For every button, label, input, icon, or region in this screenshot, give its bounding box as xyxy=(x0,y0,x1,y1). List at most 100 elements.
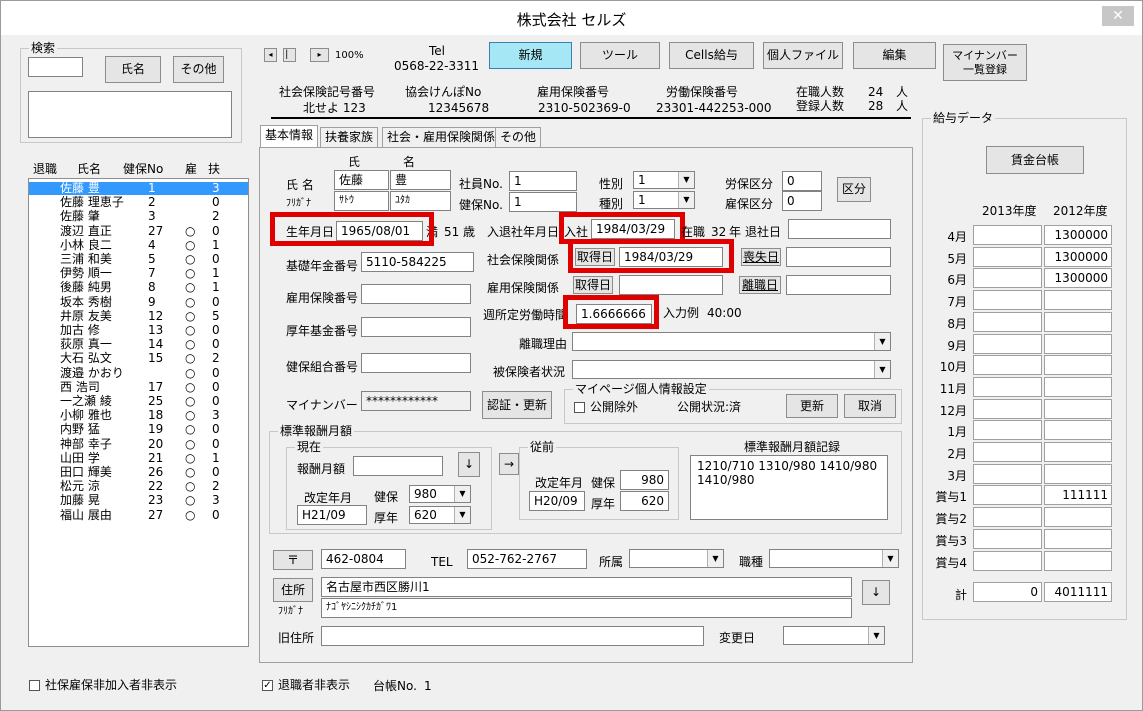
zip-input[interactable]: 462-0804 xyxy=(321,549,406,569)
before-kaitei-input[interactable]: H20/09 xyxy=(529,491,585,511)
list-item[interactable]: 一之瀬 綾 25 ○ 0 xyxy=(29,395,248,408)
ledger-button[interactable]: 賃金台帳 xyxy=(986,146,1084,174)
pay-cell[interactable] xyxy=(1044,420,1112,441)
list-item[interactable]: 西 浩司 17 ○ 0 xyxy=(29,380,248,394)
personal-file-button[interactable]: 個人ファイル xyxy=(763,42,843,69)
search-input[interactable] xyxy=(28,57,83,77)
record-box[interactable]: 1210/710 1310/980 1410/980 1410/980 xyxy=(690,455,888,520)
rouho-input[interactable]: 0 xyxy=(782,171,822,191)
pay-cell[interactable] xyxy=(1044,311,1112,332)
pay-cell[interactable] xyxy=(973,398,1042,419)
sei-kana-input[interactable]: ｻﾄｳ xyxy=(334,191,389,211)
employee-list[interactable]: 佐藤 豊 1 3 佐藤 理恵子 2 0 佐藤 肇 3 2 渡辺 直正 27 ○ 0 小林 良二 4 ○ 1 三浦 … xyxy=(28,178,249,647)
kiso-input[interactable]: 5110-584225 xyxy=(361,252,474,272)
sei-input[interactable]: 佐藤 xyxy=(334,170,389,190)
list-item[interactable]: 渡邉 かおり ○ 0 xyxy=(29,366,248,380)
list-item[interactable]: 佐藤 肇 3 2 xyxy=(29,210,248,223)
kosei-grade-select[interactable]: 620 ▼ xyxy=(409,506,471,524)
kenpo-no-input[interactable]: 1 xyxy=(509,192,577,212)
rishoku-input[interactable] xyxy=(786,275,891,295)
list-item[interactable]: 荻原 真一 14 ○ 0 xyxy=(29,338,248,351)
chevron-down-icon[interactable]: ▼ xyxy=(707,550,723,567)
pay-cell[interactable] xyxy=(973,420,1042,441)
koshin-button[interactable]: 更新 xyxy=(786,394,838,418)
soshitsu-button[interactable]: 喪失日 xyxy=(741,248,781,266)
down-arrow-button[interactable]: ↓ xyxy=(458,452,480,477)
pay-cell[interactable] xyxy=(973,225,1042,245)
pay-cell[interactable] xyxy=(1044,550,1112,571)
list-item[interactable]: 内野 猛 19 ○ 0 xyxy=(29,423,248,436)
pay-cell[interactable] xyxy=(973,246,1042,267)
tab-insurance[interactable]: 社会・雇用保険関係 xyxy=(382,127,501,147)
list-item[interactable]: 坂本 秀樹 9 ○ 0 xyxy=(29,295,248,309)
before-kosei-input[interactable]: 620 xyxy=(620,491,669,511)
address-tel-input[interactable]: 052-762-2767 xyxy=(467,549,587,569)
shain-no-input[interactable]: 1 xyxy=(509,171,577,191)
list-item[interactable]: 大石 弘文 15 ○ 2 xyxy=(29,352,248,365)
mei-input[interactable]: 豊 xyxy=(390,170,451,190)
chevron-down-icon[interactable]: ▼ xyxy=(868,627,884,644)
before-kenpo-input[interactable]: 980 xyxy=(620,470,669,490)
pay-cell[interactable] xyxy=(1044,463,1112,484)
pay-cell[interactable] xyxy=(973,268,1042,289)
jusho-kana-input[interactable]: ﾅｺﾞﾔｼﾆｼｸｶﾁｶﾞﾜ1 xyxy=(321,598,852,618)
pay-cell[interactable] xyxy=(973,376,1042,397)
list-item[interactable]: 山田 学 21 ○ 1 xyxy=(29,451,248,465)
pay-cell[interactable]: 1300000 xyxy=(1044,225,1112,245)
tab-basic[interactable]: 基本情報 xyxy=(260,125,319,148)
pay-cell[interactable] xyxy=(1044,442,1112,462)
shozoku-select[interactable]: ▼ xyxy=(629,549,724,568)
list-item[interactable]: 佐藤 豊 1 3 xyxy=(29,182,248,195)
pay-cell[interactable] xyxy=(973,355,1042,376)
zip-button[interactable]: 〒 xyxy=(273,550,313,570)
cells-payroll-button[interactable]: Cells給与 xyxy=(669,42,754,69)
search-other-button[interactable]: その他 xyxy=(173,56,224,83)
kumiai-input[interactable] xyxy=(361,353,471,373)
jusho-input[interactable]: 名古屋市西区勝川1 xyxy=(321,577,852,597)
pay-cell[interactable] xyxy=(973,463,1042,484)
kaitei-input[interactable]: H21/09 xyxy=(297,505,367,525)
koyo-shutoku-input[interactable] xyxy=(619,275,723,295)
list-item[interactable]: 小林 良二 4 ○ 1 xyxy=(29,238,248,252)
koyo-no-input[interactable] xyxy=(361,284,471,304)
pay-cell[interactable] xyxy=(1044,528,1112,549)
list-item[interactable]: 後藤 純男 8 ○ 1 xyxy=(29,281,248,294)
tool-button[interactable]: ツール xyxy=(580,42,660,69)
koyo-shutoku-button[interactable]: 取得日 xyxy=(573,276,613,294)
hihokensha-select[interactable]: ▼ xyxy=(572,360,891,379)
soshitsu-input[interactable] xyxy=(786,247,891,267)
list-item[interactable]: 田口 輝美 26 ○ 0 xyxy=(29,466,248,479)
nav-next-button[interactable]: ▸ xyxy=(310,48,329,62)
chevron-down-icon[interactable]: ▼ xyxy=(678,172,694,188)
tab-other[interactable]: その他 xyxy=(495,127,542,147)
mynumber-register-button[interactable]: マイナンバー 一覧登録 xyxy=(943,44,1027,81)
list-item[interactable]: 佐藤 理恵子 2 0 xyxy=(29,196,248,209)
new-button[interactable]: 新規 xyxy=(489,42,572,69)
koho-input[interactable]: 0 xyxy=(782,191,822,211)
address-down-button[interactable]: ↓ xyxy=(862,580,890,605)
seibetsu-select[interactable]: 1 ▼ xyxy=(633,171,695,189)
pay-cell[interactable]: 111111 xyxy=(1044,485,1112,506)
pay-cell[interactable] xyxy=(973,311,1042,332)
list-item[interactable]: 伊勢 順一 7 ○ 1 xyxy=(29,267,248,280)
list-item[interactable]: 小柳 雅也 18 ○ 3 xyxy=(29,409,248,422)
pay-cell[interactable] xyxy=(1044,398,1112,419)
pay-cell[interactable] xyxy=(1044,507,1112,528)
rishoku-riyu-select[interactable]: ▼ xyxy=(572,332,891,351)
chevron-down-icon[interactable]: ▼ xyxy=(874,333,890,350)
pay-cell[interactable] xyxy=(973,550,1042,571)
pay-cell[interactable]: 1300000 xyxy=(1044,268,1112,289)
hide-retired-checkbox[interactable]: ✓ xyxy=(262,680,273,691)
chevron-down-icon[interactable]: ▼ xyxy=(454,507,470,523)
search-memo[interactable] xyxy=(28,91,232,138)
ninsho-button[interactable]: 認証・更新 xyxy=(482,391,552,419)
torikeshi-button[interactable]: 取消 xyxy=(844,394,896,418)
shubetsu-select[interactable]: 1 ▼ xyxy=(633,191,695,209)
kubun-button[interactable]: 区分 xyxy=(837,177,871,202)
nav-first-button[interactable]: ◂ xyxy=(264,48,277,62)
shokushu-select[interactable]: ▼ xyxy=(769,549,899,568)
close-button[interactable]: ✕ xyxy=(1102,6,1134,26)
edit-button[interactable]: 編集 xyxy=(853,42,936,69)
chevron-down-icon[interactable]: ▼ xyxy=(678,192,694,208)
list-item[interactable]: 神部 幸子 20 ○ 0 xyxy=(29,437,248,451)
